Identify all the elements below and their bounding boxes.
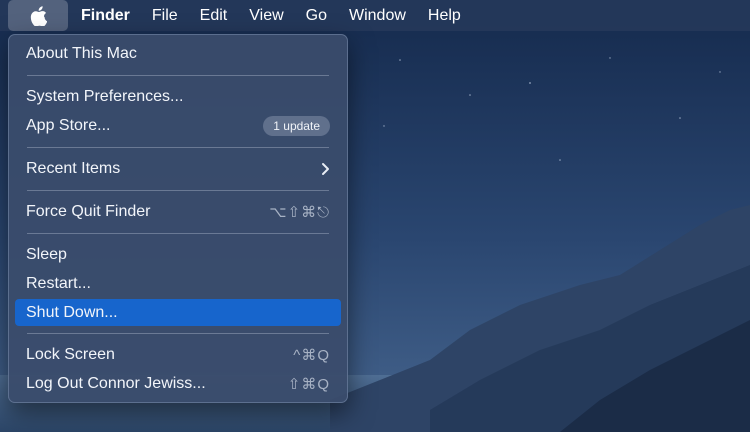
menu-separator: [27, 233, 329, 234]
keyboard-shortcut: ⌥⇧⌘⎋: [269, 204, 330, 221]
menu-item-sleep[interactable]: Sleep: [15, 242, 341, 268]
menu-item-restart[interactable]: Restart...: [15, 271, 341, 297]
menu-separator: [27, 190, 329, 191]
menu-item-label: About This Mac: [26, 45, 137, 62]
update-badge: 1 update: [263, 116, 330, 136]
menu-item-label: Recent Items: [26, 160, 121, 177]
menu-item-label: System Preferences...: [26, 88, 184, 105]
menu-item-recent-items[interactable]: Recent Items: [15, 156, 341, 182]
menu-separator: [27, 147, 329, 148]
chevron-right-icon: [321, 162, 330, 176]
menu-item-system-preferences[interactable]: System Preferences...: [15, 84, 341, 110]
menu-item-about-this-mac[interactable]: About This Mac: [15, 41, 341, 67]
menu-item-label: Sleep: [26, 246, 67, 263]
menu-item-label: Lock Screen: [26, 346, 115, 363]
keyboard-shortcut: ^⌘Q: [293, 347, 330, 364]
menu-separator: [27, 75, 329, 76]
menu-item-shut-down[interactable]: Shut Down...: [15, 299, 341, 326]
apple-menu-button[interactable]: [8, 0, 68, 31]
menu-item-force-quit[interactable]: Force Quit Finder ⌥⇧⌘⎋: [15, 199, 341, 225]
menu-item-label: Shut Down...: [26, 303, 118, 321]
menu-file[interactable]: File: [141, 0, 189, 31]
menu-edit[interactable]: Edit: [189, 0, 239, 31]
menu-item-log-out[interactable]: Log Out Connor Jewiss... ⇧⌘Q: [15, 371, 341, 397]
menu-item-label: App Store...: [26, 117, 111, 134]
menu-finder[interactable]: Finder: [70, 0, 141, 31]
keyboard-shortcut: ⇧⌘Q: [287, 376, 330, 393]
menu-view[interactable]: View: [238, 0, 294, 31]
menu-item-label: Log Out Connor Jewiss...: [26, 375, 206, 392]
apple-menu-dropdown: About This Mac System Preferences... App…: [8, 34, 348, 403]
menu-item-label: Restart...: [26, 275, 91, 292]
menu-help[interactable]: Help: [417, 0, 472, 31]
menu-window[interactable]: Window: [338, 0, 417, 31]
menu-go[interactable]: Go: [295, 0, 338, 31]
menu-item-app-store[interactable]: App Store... 1 update: [15, 113, 341, 139]
menu-separator: [27, 333, 329, 334]
menu-bar: Finder File Edit View Go Window Help: [0, 0, 750, 31]
menu-item-label: Force Quit Finder: [26, 203, 151, 220]
menu-item-lock-screen[interactable]: Lock Screen ^⌘Q: [15, 342, 341, 368]
apple-logo-icon: [30, 5, 47, 26]
